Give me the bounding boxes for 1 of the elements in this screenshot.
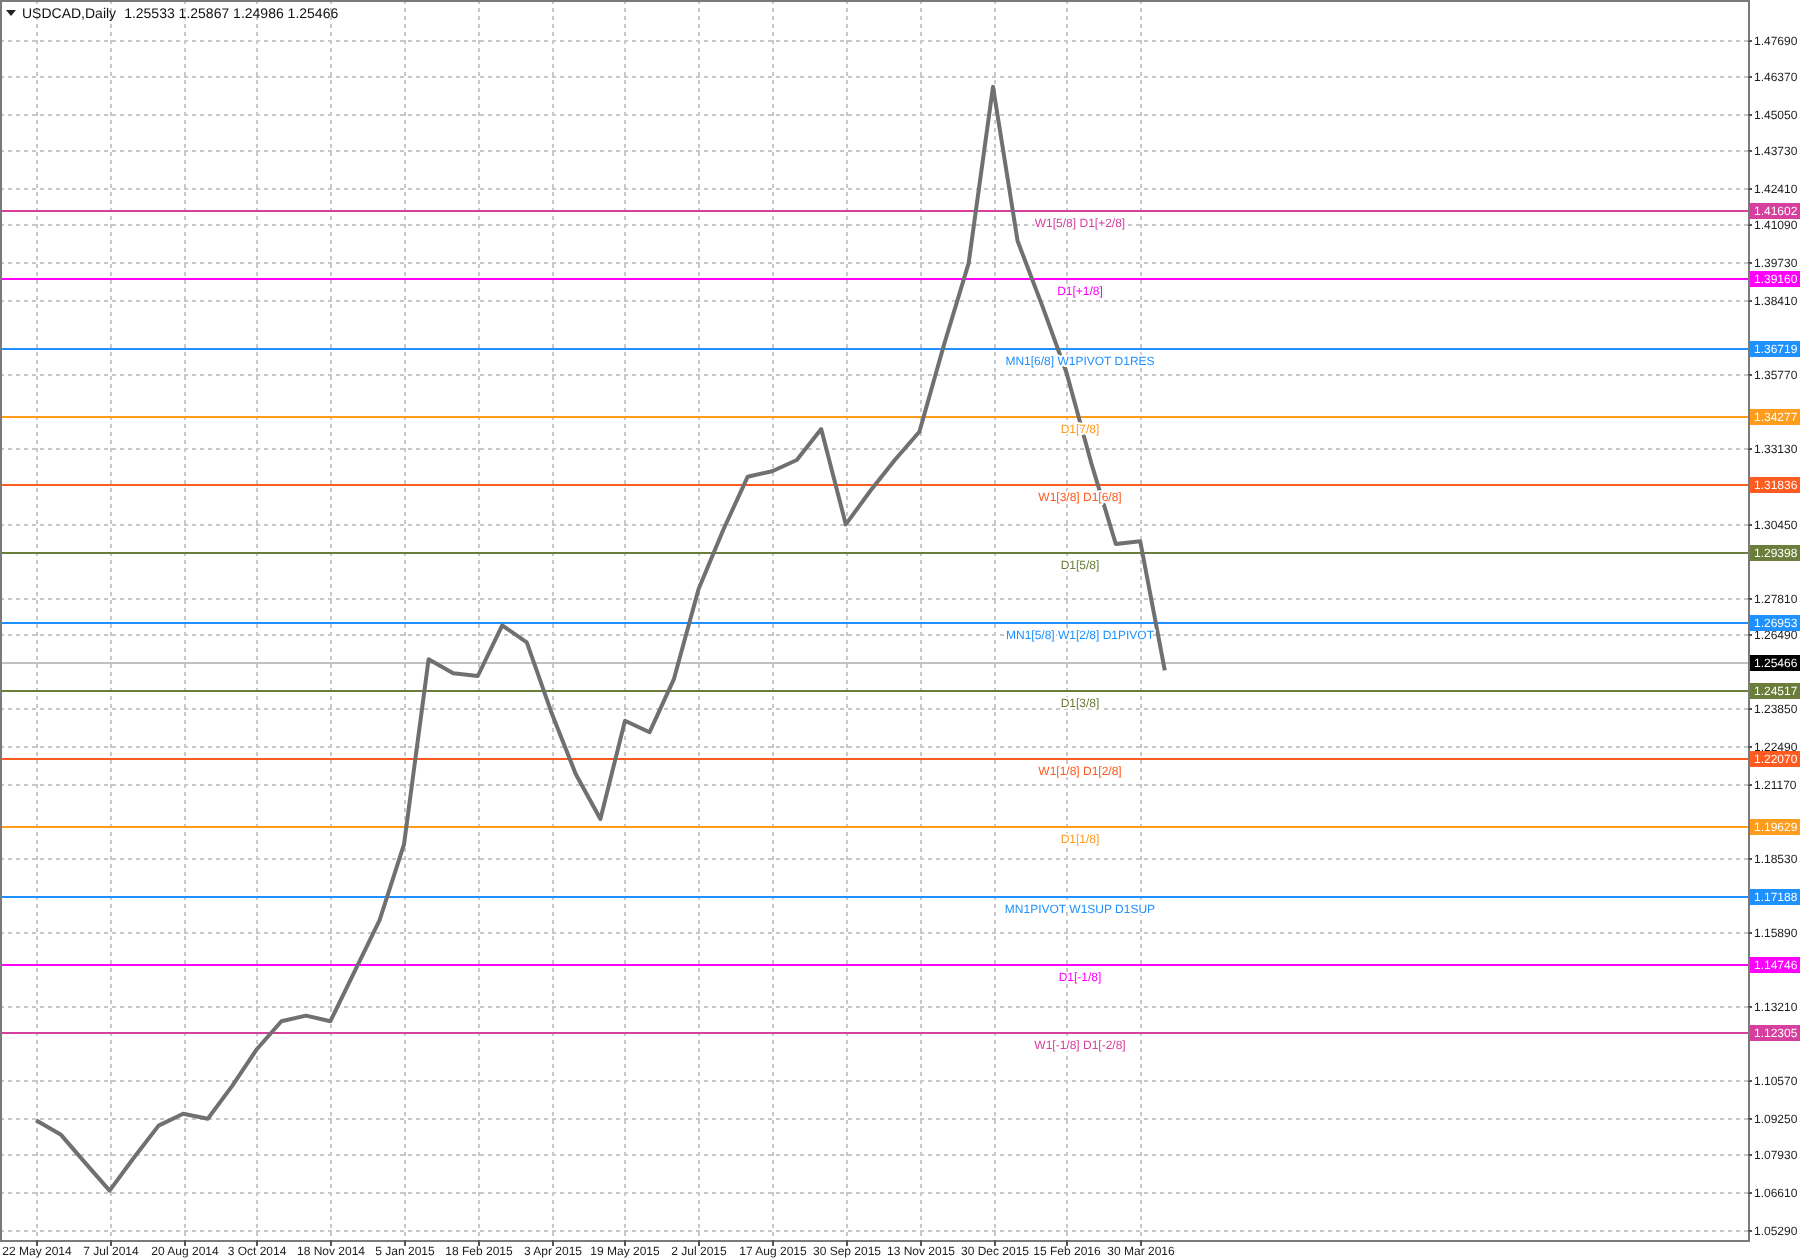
dropdown-triangle-icon[interactable] bbox=[6, 10, 16, 16]
